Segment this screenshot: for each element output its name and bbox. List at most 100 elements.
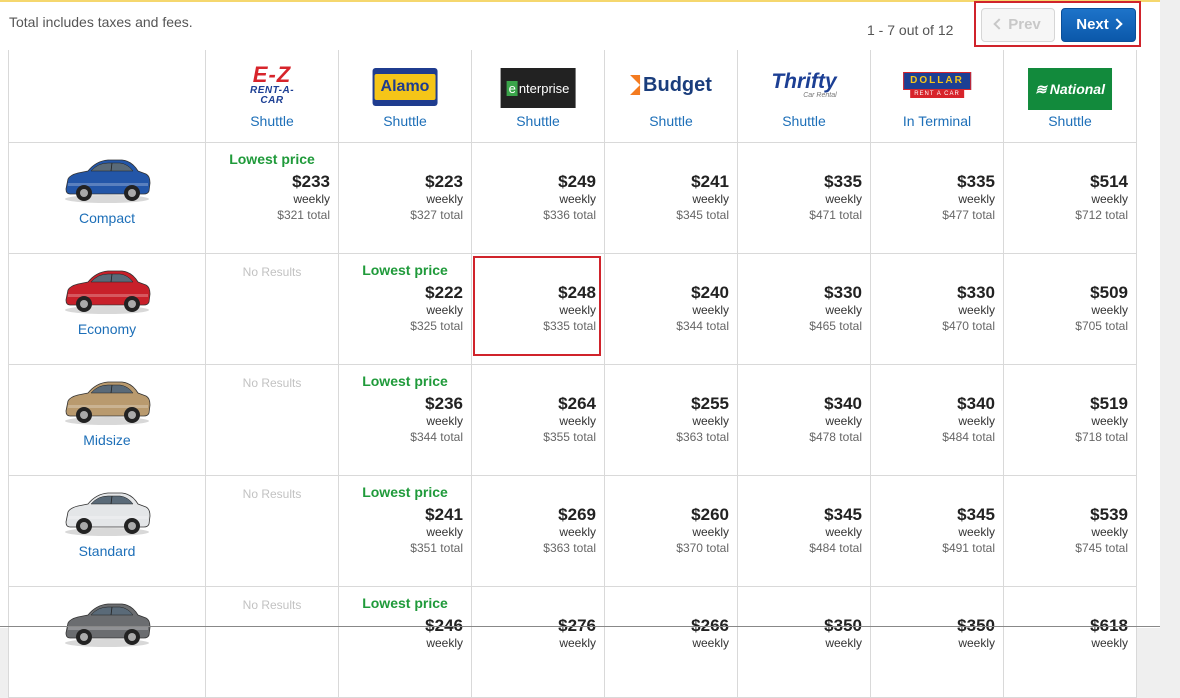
price-cell[interactable]: $269 weekly $363 total [472,476,605,587]
weekly-price: $240 [691,283,729,302]
price-cell[interactable]: $276 weekly [472,587,605,698]
weekly-label: weekly [1091,192,1128,206]
weekly-label: weekly [958,636,995,650]
weekly-price: $222 [425,283,463,302]
chevron-right-icon [1111,18,1123,30]
weekly-price: $241 [425,505,463,524]
chevron-left-icon [993,18,1005,30]
weekly-label: weekly [825,414,862,428]
price-cell[interactable]: $340 weekly $478 total [738,365,871,476]
brand-column-dollar[interactable]: DOLLAR RENT A CAR In Terminal [871,50,1004,143]
brand-location-link[interactable]: Shuttle [605,113,737,129]
weekly-label: weekly [426,303,463,317]
weekly-label: weekly [293,192,330,206]
car-image-icon [65,270,151,314]
weekly-label: weekly [426,192,463,206]
total-price: $345 total [676,208,729,222]
price-cell[interactable]: $350 weekly [871,587,1004,698]
price-cell[interactable]: $264 weekly $355 total [472,365,605,476]
price-cell[interactable]: $519 weekly $718 total [1004,365,1137,476]
weekly-label: weekly [1091,303,1128,317]
car-class-link[interactable]: Economy [9,321,205,337]
car-class-link[interactable]: Midsize [9,432,205,448]
brand-column-national[interactable]: ≋ National Shuttle [1004,50,1137,143]
weekly-label: weekly [1091,414,1128,428]
price-cell[interactable]: $350 weekly [738,587,871,698]
weekly-label: weekly [692,636,729,650]
car-class-cell[interactable]: Compact [9,143,206,254]
prev-button[interactable]: Prev [981,8,1055,42]
brand-column-ez[interactable]: E-Z RENT-A-CAR Shuttle [206,50,339,143]
brand-column-enterprise[interactable]: e nterprise Shuttle [472,50,605,143]
brand-location-link[interactable]: Shuttle [206,113,338,129]
price-cell[interactable]: $335 weekly $471 total [738,143,871,254]
price-cell[interactable]: Lowest price $236 weekly $344 total [339,365,472,476]
total-price: $712 total [1075,208,1128,222]
car-class-link[interactable]: Standard [9,543,205,559]
next-button[interactable]: Next [1061,8,1136,42]
lowest-price-badge: Lowest price [229,151,315,167]
price-cell[interactable]: $618 weekly [1004,587,1137,698]
price-cell[interactable]: $248 weekly $335 total [472,254,605,365]
price-cell[interactable]: $345 weekly $484 total [738,476,871,587]
brand-location-link[interactable]: In Terminal [871,113,1003,129]
price-cell[interactable]: $539 weekly $745 total [1004,476,1137,587]
weekly-price: $255 [691,394,729,413]
total-price: $718 total [1075,430,1128,444]
brand-location-link[interactable]: Shuttle [472,113,604,129]
total-price: $325 total [410,319,463,333]
weekly-price: $335 [824,172,862,191]
enterprise-logo: e nterprise [500,68,576,108]
matrix-corner [9,50,206,143]
price-cell[interactable]: Lowest price $246 weekly [339,587,472,698]
weekly-price: $260 [691,505,729,524]
dollar-logo: DOLLAR RENT A CAR [903,68,971,102]
brand-column-budget[interactable]: Budget Shuttle [605,50,738,143]
total-price: $465 total [809,319,862,333]
price-cell[interactable]: $260 weekly $370 total [605,476,738,587]
weekly-price: $223 [425,172,463,191]
price-cell[interactable]: Lowest price $222 weekly $325 total [339,254,472,365]
weekly-price: $345 [824,505,862,524]
car-class-cell[interactable]: Economy [9,254,206,365]
budget-mark-icon [630,75,641,95]
price-cell[interactable]: $241 weekly $345 total [605,143,738,254]
price-cell[interactable]: $249 weekly $336 total [472,143,605,254]
price-cell[interactable]: $509 weekly $705 total [1004,254,1137,365]
price-cell[interactable]: $330 weekly $470 total [871,254,1004,365]
weekly-price: $264 [558,394,596,413]
car-class-cell[interactable] [9,587,206,698]
price-cell[interactable]: $330 weekly $465 total [738,254,871,365]
weekly-label: weekly [559,636,596,650]
brand-location-link[interactable]: Shuttle [738,113,870,129]
weekly-price: $330 [957,283,995,302]
price-cell[interactable]: $240 weekly $344 total [605,254,738,365]
weekly-label: weekly [825,192,862,206]
brand-location-link[interactable]: Shuttle [1004,113,1136,129]
price-cell[interactable]: Lowest price $233 weekly $321 total [206,143,339,254]
weekly-price: $233 [292,172,330,191]
price-cell[interactable]: $255 weekly $363 total [605,365,738,476]
price-cell[interactable]: $514 weekly $712 total [1004,143,1137,254]
weekly-label: weekly [958,525,995,539]
weekly-label: weekly [1091,525,1128,539]
price-cell[interactable]: $223 weekly $327 total [339,143,472,254]
car-class-link[interactable]: Compact [9,210,205,226]
car-class-cell[interactable]: Standard [9,476,206,587]
price-cell[interactable]: Lowest price $241 weekly $351 total [339,476,472,587]
results-page: Total includes taxes and fees. 1 - 7 out… [0,0,1160,698]
total-price: $471 total [809,208,862,222]
weekly-label: weekly [426,525,463,539]
price-cell[interactable]: $266 weekly [605,587,738,698]
car-class-cell[interactable]: Midsize [9,365,206,476]
price-cell[interactable]: $335 weekly $477 total [871,143,1004,254]
brand-column-thrifty[interactable]: Thrifty Car Rental Shuttle [738,50,871,143]
lowest-price-badge: Lowest price [362,484,448,500]
price-cell[interactable]: $340 weekly $484 total [871,365,1004,476]
lowest-price-badge: Lowest price [362,595,448,611]
budget-logo: Budget [630,68,712,102]
car-image-icon [65,381,151,425]
brand-column-alamo[interactable]: Alamo Shuttle [339,50,472,143]
price-cell[interactable]: $345 weekly $491 total [871,476,1004,587]
brand-location-link[interactable]: Shuttle [339,113,471,129]
